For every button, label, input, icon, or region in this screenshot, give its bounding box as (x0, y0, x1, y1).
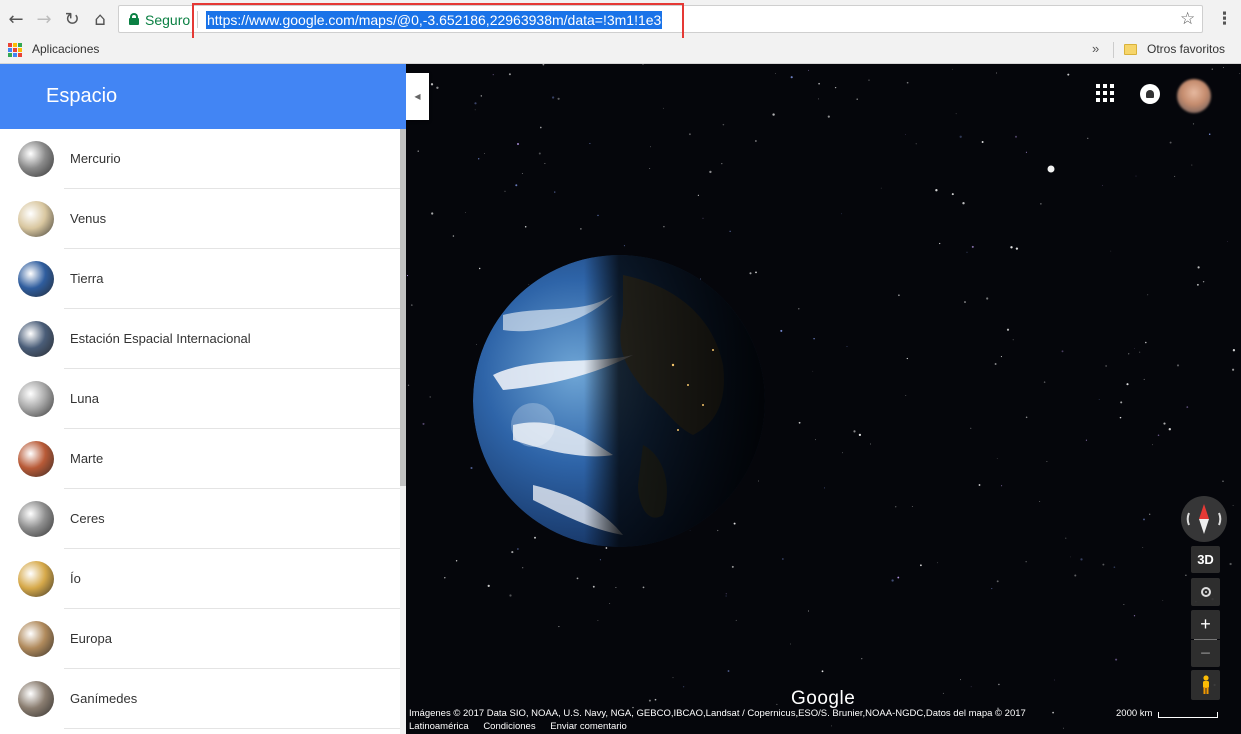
planet-thumbnail (18, 381, 54, 417)
planet-thumbnail (18, 561, 54, 597)
planet-thumbnail (18, 501, 54, 537)
apps-bookmark[interactable]: Aplicaciones (32, 42, 99, 56)
folder-icon (1124, 44, 1137, 55)
lock-icon (129, 13, 139, 25)
list-item[interactable]: Europa (0, 609, 400, 669)
star-icon[interactable]: ☆ (1180, 9, 1195, 29)
collapse-sidebar-button[interactable]: ◀ (406, 73, 429, 120)
space-sidebar: Espacio Mercurio Venus Tierra Estación Espa… (0, 64, 406, 734)
planet-name: Estación Espacial Internacional (70, 331, 251, 346)
planet-thumbnail (18, 441, 54, 477)
list-item[interactable]: Tierra (0, 249, 400, 309)
planet-thumbnail (18, 621, 54, 657)
notifications-icon[interactable] (1140, 84, 1160, 104)
feedback-link[interactable]: Enviar comentario (550, 721, 627, 732)
secure-label: Seguro (145, 12, 191, 28)
planet-name: Ganímedes (70, 691, 138, 706)
back-icon[interactable]: ← (5, 8, 27, 30)
planet-name: Tierra (70, 271, 104, 286)
toggle-3d-button[interactable]: 3D (1191, 546, 1220, 573)
planet-name: Mercurio (70, 151, 121, 166)
reload-icon[interactable]: ↻ (61, 8, 83, 30)
my-location-button[interactable] (1191, 578, 1220, 606)
map-footer-links: Latinoamérica Condiciones Enviar comenta… (409, 721, 639, 732)
bookmarks-divider (1113, 42, 1114, 58)
space-map[interactable]: ◀ 3D + − Google Imágenes © 2017 Data SIO… (406, 64, 1241, 734)
planet-thumbnail (18, 681, 54, 717)
avatar[interactable] (1177, 79, 1211, 113)
list-item[interactable]: Marte (0, 429, 400, 489)
planet-name: Marte (70, 451, 104, 466)
region-link[interactable]: Latinoamérica (409, 721, 469, 732)
planet-thumbnail (18, 261, 54, 297)
list-item[interactable]: Mercurio (0, 129, 400, 189)
sidebar-title: Espacio (46, 85, 118, 107)
sidebar-header: Espacio (0, 64, 406, 129)
planet-thumbnail (18, 321, 54, 357)
map-attribution: Imágenes © 2017 Data SIO, NOAA, U.S. Nav… (409, 708, 1026, 719)
other-bookmarks[interactable]: Otros favoritos (1147, 42, 1225, 56)
list-item[interactable]: Luna (0, 369, 400, 429)
list-divider (64, 728, 400, 729)
planet-name: Europa (70, 631, 112, 646)
bookmarks-bar: Aplicaciones » Otros favoritos (0, 38, 1241, 64)
planet-name: Ío (70, 571, 81, 586)
bookmarks-overflow-button[interactable]: » (1092, 41, 1099, 56)
zoom-in-button[interactable]: + (1191, 610, 1220, 639)
planet-list: Mercurio Venus Tierra Estación Espacial Int… (0, 129, 400, 729)
scale-label[interactable]: 2000 km (1116, 708, 1152, 719)
planet-name: Ceres (70, 511, 105, 526)
list-item[interactable]: Estación Espacial Internacional (0, 309, 400, 369)
list-item[interactable]: Venus (0, 189, 400, 249)
home-icon[interactable]: ⌂ (89, 8, 111, 30)
planet-name: Luna (70, 391, 99, 406)
compass-control[interactable] (1181, 496, 1227, 542)
apps-grid-icon[interactable] (8, 43, 22, 57)
pegman-street-view-button[interactable] (1191, 670, 1220, 700)
pegman-icon (1202, 675, 1209, 694)
planet-thumbnail (18, 201, 54, 237)
list-item[interactable]: Ceres (0, 489, 400, 549)
planet-name: Venus (70, 211, 107, 226)
list-item[interactable]: Ganímedes (0, 669, 400, 729)
location-icon (1200, 587, 1211, 597)
list-item[interactable]: Ío (0, 549, 400, 609)
forward-icon[interactable]: → (33, 8, 55, 30)
scale-bar (1158, 712, 1218, 718)
planet-thumbnail (18, 141, 54, 177)
url-highlight-box (192, 3, 684, 41)
terms-link[interactable]: Condiciones (483, 721, 535, 732)
menu-icon[interactable]: ⋮ (1216, 9, 1233, 29)
zoom-out-button[interactable]: − (1191, 640, 1220, 667)
google-logo: Google (791, 688, 856, 709)
earth-globe[interactable] (473, 255, 765, 547)
google-apps-icon[interactable] (1096, 84, 1114, 102)
